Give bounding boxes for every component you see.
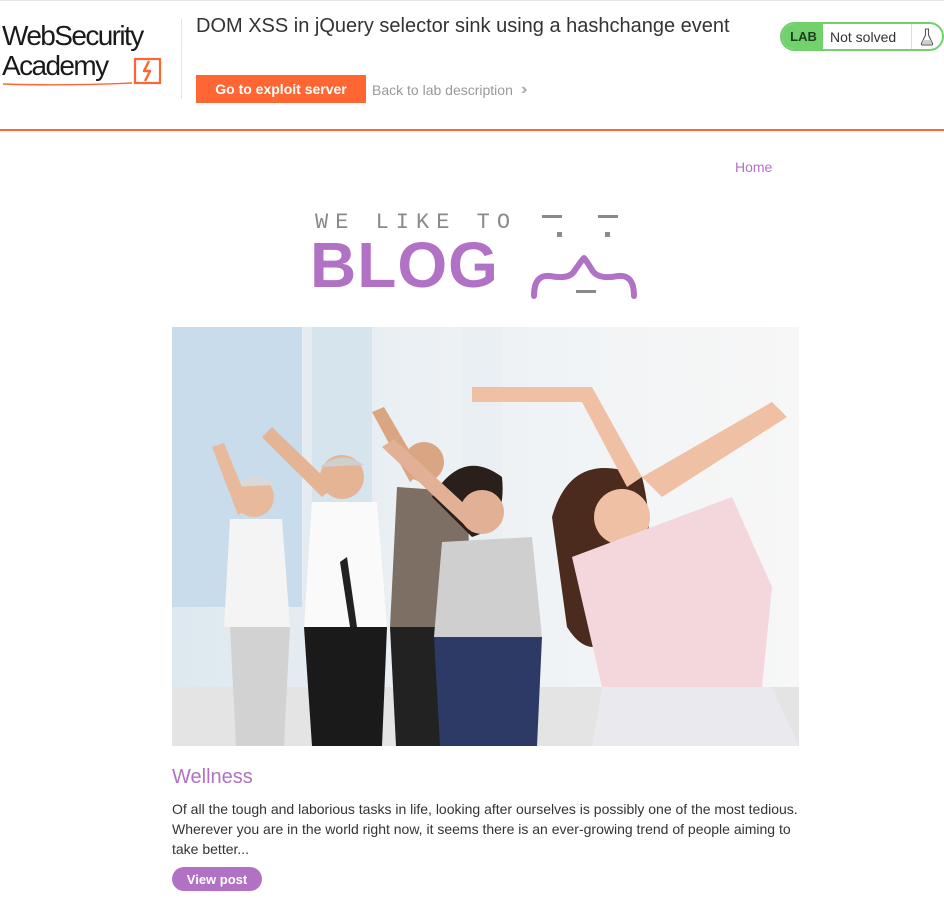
go-to-exploit-server-button[interactable]: Go to exploit server: [196, 75, 366, 103]
nav-home-link[interactable]: Home: [735, 159, 772, 175]
lab-status-widget: LAB Not solved: [780, 22, 944, 51]
blog-logo: WE LIKE TO BLOG: [310, 205, 640, 305]
back-to-lab-description-link[interactable]: Back to lab description ››: [372, 81, 527, 99]
fitness-class-photo: [172, 327, 799, 746]
double-chevron-right-icon: ››: [520, 81, 527, 98]
back-link-label: Back to lab description: [372, 82, 513, 98]
curly-brace-face-icon: [531, 215, 637, 299]
logo-text-line1: WebSecurity: [2, 20, 144, 51]
lab-title: DOM XSS in jQuery selector sink using a …: [196, 15, 730, 37]
lab-status-text: Not solved: [823, 24, 912, 49]
post-title[interactable]: Wellness: [172, 766, 253, 789]
view-post-button[interactable]: View post: [172, 867, 262, 891]
academy-header: WebSecurity Academy DOM XSS in jQuery se…: [0, 0, 944, 131]
blog-logo-word: BLOG: [310, 229, 499, 301]
post-excerpt: Of all the tough and laborious tasks in …: [172, 801, 798, 857]
web-security-academy-logo[interactable]: WebSecurity Academy: [2, 19, 180, 89]
logo-text-line2: Academy: [2, 50, 109, 81]
header-divider: [181, 19, 182, 99]
lab-badge: LAB: [782, 24, 823, 49]
flask-icon: [912, 24, 942, 49]
post-image[interactable]: [172, 327, 799, 746]
logo-underline: [2, 82, 133, 86]
